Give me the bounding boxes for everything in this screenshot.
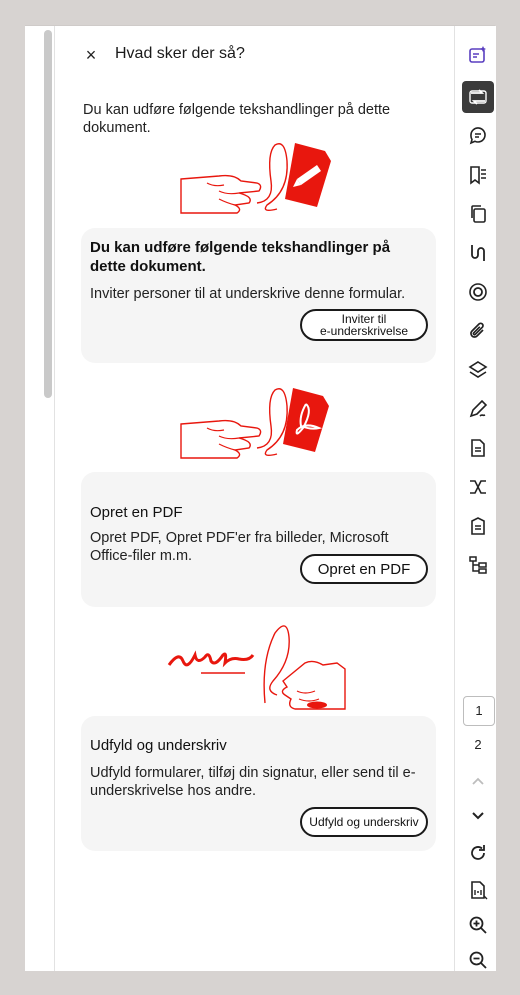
current-page-indicator[interactable]: 1 (463, 696, 495, 726)
pages-icon[interactable] (462, 198, 494, 230)
fill-sign-illustration (167, 625, 346, 710)
sign-icon[interactable] (462, 393, 494, 425)
intro-text: Du kan udføre følgende tekshandlinger på… (83, 102, 391, 136)
invite-button-line2: e-underskrivelse (319, 324, 409, 338)
convert-icon[interactable] (462, 81, 494, 113)
close-button[interactable]: × (82, 44, 100, 66)
card-heading: Du kan udføre følgende tekshandlinger på… (90, 239, 391, 275)
invite-esign-button[interactable]: Inviter til e-underskrivelse (300, 309, 428, 341)
zoom-out-icon[interactable] (462, 944, 494, 976)
layers-icon[interactable] (462, 354, 494, 386)
card-description: Udfyld formularer, tilføj din signatur, … (90, 765, 416, 799)
what-next-panel: × Hvad sker der så? Du kan udføre følgen… (55, 26, 454, 971)
document-icon[interactable] (462, 432, 494, 464)
chevron-up-icon[interactable] (462, 766, 494, 798)
redact-icon[interactable] (462, 276, 494, 308)
zoom-in-icon[interactable] (462, 909, 494, 941)
create-pdf-button[interactable]: Opret en PDF (300, 554, 428, 584)
card-create-pdf: Opret en PDF Opret PDF, Opret PDF'er fra… (81, 472, 436, 607)
card-invite: Du kan udføre følgende tekshandlinger på… (81, 228, 436, 363)
fill-sign-button[interactable]: Udfyld og underskriv (300, 807, 428, 837)
card-description: Inviter personer til at underskrive denn… (90, 286, 406, 302)
comment-icon[interactable] (462, 120, 494, 152)
attachment-icon[interactable] (462, 315, 494, 347)
compare-icon[interactable] (462, 237, 494, 269)
panel-title: Hvad sker der så? (115, 45, 245, 62)
card-heading: Opret en PDF (90, 504, 183, 521)
right-toolbar: 1 2 (454, 26, 496, 971)
create-pdf-illustration (180, 388, 329, 459)
card-fill-sign: Udfyld og underskriv Udfyld formularer, … (81, 716, 436, 851)
chevron-down-icon[interactable] (462, 799, 494, 831)
workflow-icon[interactable] (462, 471, 494, 503)
left-rail (25, 26, 55, 971)
tree-icon[interactable] (462, 549, 494, 581)
forms-icon[interactable] (462, 510, 494, 542)
card-heading: Udfyld og underskriv (90, 737, 227, 754)
ai-assistant-icon[interactable] (462, 39, 494, 71)
fit-page-icon[interactable] (462, 874, 494, 906)
scrollbar-thumb[interactable] (44, 30, 52, 398)
bookmark-icon[interactable] (462, 159, 494, 191)
next-page-number[interactable]: 2 (463, 731, 493, 759)
panel-header: × Hvad sker der så? (55, 42, 454, 68)
app-window: × Hvad sker der så? Du kan udføre følgen… (25, 25, 496, 971)
invite-illustration (180, 143, 331, 214)
rotate-icon[interactable] (462, 837, 494, 869)
